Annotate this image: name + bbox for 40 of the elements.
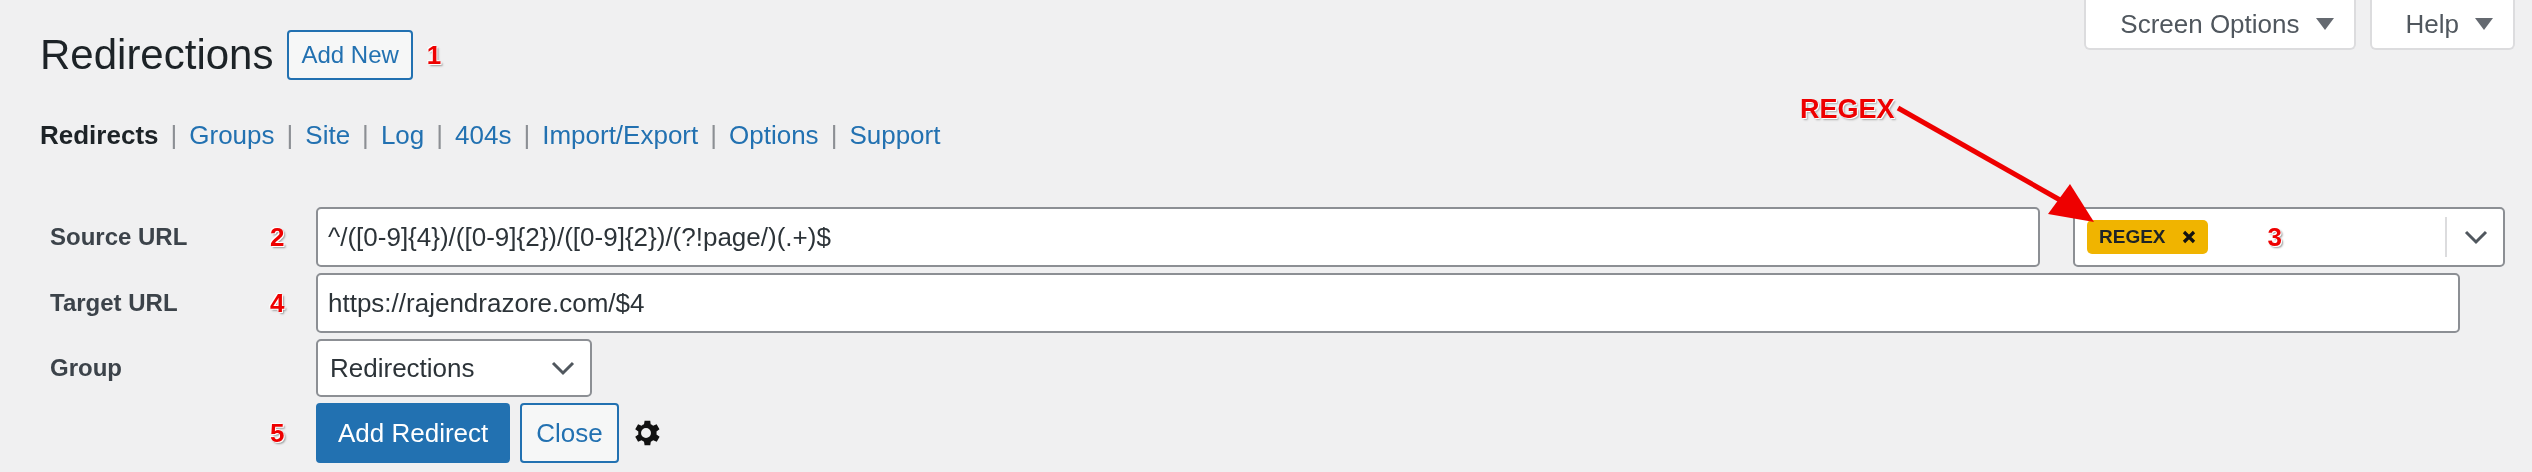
separator: | xyxy=(830,120,838,151)
close-button[interactable]: Close xyxy=(520,403,619,463)
source-url-field[interactable]: ^/([0-9]{4})/([0-9]{2})/([0-9]{2})/(?!page/)(.+)$ xyxy=(316,207,2040,267)
flag-select[interactable]: REGEX 3 xyxy=(2073,207,2505,267)
separator: | xyxy=(710,120,717,151)
annotation-label: REGEX xyxy=(1800,94,1895,125)
add-redirect-button[interactable]: Add Redirect xyxy=(316,403,511,463)
separator: | xyxy=(170,120,178,151)
screen-meta-tab[interactable]: Help xyxy=(2369,0,2515,50)
separator: | xyxy=(286,120,294,151)
separator: | xyxy=(523,120,531,151)
caret-icon xyxy=(2315,18,2334,30)
chevron-icon xyxy=(550,360,576,376)
nav-link[interactable]: Support xyxy=(849,120,941,151)
nav-link[interactable]: Log xyxy=(380,120,425,151)
add-new-button[interactable]: Add New xyxy=(287,30,413,80)
annotation-number: 5 xyxy=(270,417,286,449)
annotation-number: 3 xyxy=(2267,221,2283,253)
separator: | xyxy=(436,120,444,151)
close-icon[interactable] xyxy=(2181,230,2196,244)
annotation-number: 1 xyxy=(426,39,443,71)
field-label: Source URL xyxy=(50,223,189,251)
group-select[interactable]: Redirections xyxy=(316,339,592,397)
separator: | xyxy=(362,120,369,151)
page-title: Redirections xyxy=(40,31,274,79)
nav-link[interactable]: Import/Export xyxy=(542,120,699,151)
nav-link[interactable]: Site xyxy=(305,120,351,151)
field-label: Target URL xyxy=(50,289,179,317)
nav-link[interactable]: Options xyxy=(729,120,819,151)
annotation-number: 2 xyxy=(270,221,286,253)
flag-tag: REGEX xyxy=(2087,220,2208,254)
nav-link[interactable]: 404s xyxy=(455,120,512,151)
nav-link[interactable]: Groups xyxy=(189,120,275,151)
nav-link[interactable]: Redirects xyxy=(40,120,159,151)
caret-icon xyxy=(2475,18,2493,30)
chevron-icon xyxy=(2463,229,2489,245)
screen-meta-tab[interactable]: Screen Options xyxy=(2084,0,2356,50)
annotation-number: 4 xyxy=(270,287,286,319)
field-label: Group xyxy=(50,354,123,382)
target-url-field[interactable]: https://rajendrazore.com/$4 xyxy=(316,273,2460,333)
